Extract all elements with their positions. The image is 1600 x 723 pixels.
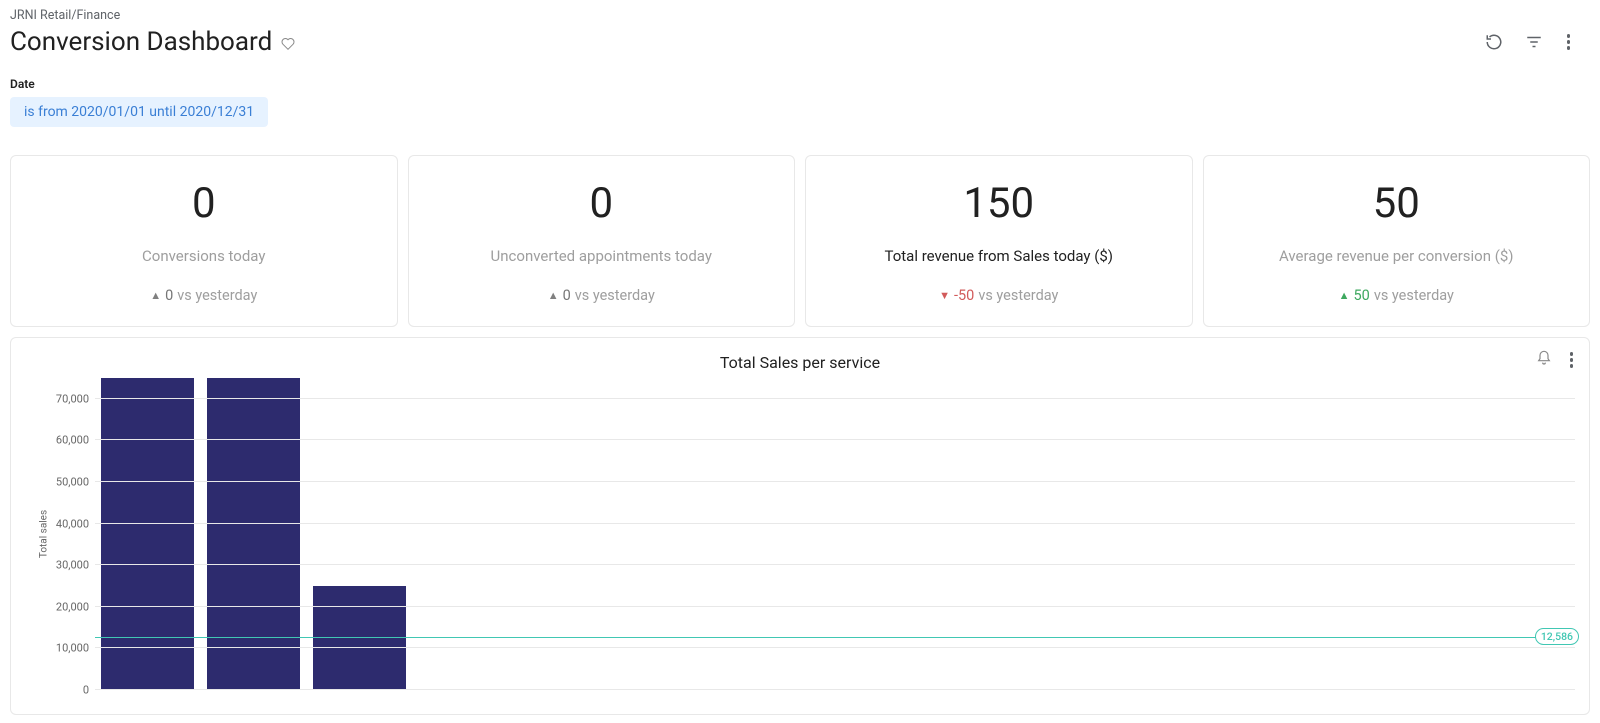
delta-value: -50 <box>954 287 974 304</box>
x-tick-label <box>1258 692 1364 710</box>
gridline <box>95 689 1575 690</box>
y-tick-label: 70,000 <box>56 392 89 405</box>
date-filter-chip[interactable]: is from 2020/01/01 until 2020/12/31 <box>10 97 268 127</box>
gridline <box>95 564 1575 565</box>
gridline <box>95 481 1575 482</box>
x-tick-label <box>412 692 518 710</box>
delta-value: 50 <box>1354 287 1370 304</box>
x-tick-label <box>95 692 201 710</box>
stat-card-2: 150 Total revenue from Sales today ($) ▼ -… <box>805 155 1193 327</box>
stat-label: Average revenue per conversion ($) <box>1279 247 1514 265</box>
gridline <box>95 647 1575 648</box>
filter-label: Date <box>10 77 1590 91</box>
chart-more-icon[interactable] <box>1568 350 1576 370</box>
y-tick-label: 60,000 <box>56 434 89 447</box>
page-title: Conversion Dashboard <box>10 27 272 57</box>
stat-delta: ▲ 0 vs yesterday <box>150 287 257 304</box>
delta-value: 0 <box>165 287 173 304</box>
x-tick-label <box>1152 692 1258 710</box>
delta-suffix: vs yesterday <box>1374 287 1454 304</box>
y-tick-label: 30,000 <box>56 559 89 572</box>
stat-delta: ▲ 50 vs yesterday <box>1339 287 1454 304</box>
stat-label: Conversions today <box>142 247 265 265</box>
stat-label: Unconverted appointments today <box>491 247 712 265</box>
x-tick-label <box>306 692 412 710</box>
y-tick-label: 40,000 <box>56 517 89 530</box>
stat-card-0: 0 Conversions today ▲ 0 vs yesterday <box>10 155 398 327</box>
more-menu-icon[interactable] <box>1565 32 1573 52</box>
stat-delta: ▼ -50 vs yesterday <box>939 287 1058 304</box>
chart-bar[interactable] <box>313 586 406 690</box>
x-tick-label <box>729 692 835 710</box>
triangle-up-icon: ▲ <box>150 290 161 301</box>
delta-value: 0 <box>563 287 571 304</box>
x-tick-label <box>624 692 730 710</box>
gridline <box>95 523 1575 524</box>
x-tick-label <box>835 692 941 710</box>
delta-suffix: vs yesterday <box>575 287 655 304</box>
x-tick-label <box>1364 692 1470 710</box>
stat-value: 0 <box>589 183 613 225</box>
x-tick-label <box>1046 692 1152 710</box>
triangle-up-icon: ▲ <box>548 290 559 301</box>
gridline <box>95 606 1575 607</box>
bell-icon[interactable] <box>1536 350 1552 366</box>
reference-line-label: 12,586 <box>1535 628 1579 645</box>
triangle-up-icon: ▲ <box>1339 290 1350 301</box>
stat-value: 150 <box>963 183 1034 225</box>
stat-value: 0 <box>192 183 216 225</box>
y-tick-label: 20,000 <box>56 600 89 613</box>
y-tick-label: 0 <box>83 684 89 697</box>
x-tick-label <box>941 692 1047 710</box>
stat-card-1: 0 Unconverted appointments today ▲ 0 vs ye… <box>408 155 796 327</box>
stat-value: 50 <box>1373 183 1420 225</box>
chart-card: Total Sales per service Total sales 010,… <box>10 337 1590 715</box>
stat-label: Total revenue from Sales today ($) <box>884 247 1113 265</box>
gridline <box>95 398 1575 399</box>
x-tick-label <box>201 692 307 710</box>
chart-title: Total Sales per service <box>720 353 880 372</box>
delta-suffix: vs yesterday <box>978 287 1058 304</box>
triangle-down-icon: ▼ <box>939 290 950 301</box>
breadcrumb: JRNI Retail/Finance <box>10 8 1590 23</box>
y-tick-label: 50,000 <box>56 476 89 489</box>
filter-icon[interactable] <box>1525 33 1543 51</box>
reference-line: 12,586 <box>95 637 1575 638</box>
chart-bar[interactable] <box>207 378 300 690</box>
stat-card-3: 50 Average revenue per conversion ($) ▲ 50… <box>1203 155 1591 327</box>
chart-bar[interactable] <box>101 378 194 690</box>
chart-plot-area: 12,586 <box>95 378 1575 690</box>
x-tick-label <box>1469 692 1575 710</box>
x-tick-label <box>518 692 624 710</box>
refresh-icon[interactable] <box>1485 33 1503 51</box>
y-tick-label: 10,000 <box>56 642 89 655</box>
heart-icon[interactable] <box>280 36 296 52</box>
gridline <box>95 439 1575 440</box>
delta-suffix: vs yesterday <box>177 287 257 304</box>
stat-delta: ▲ 0 vs yesterday <box>548 287 655 304</box>
